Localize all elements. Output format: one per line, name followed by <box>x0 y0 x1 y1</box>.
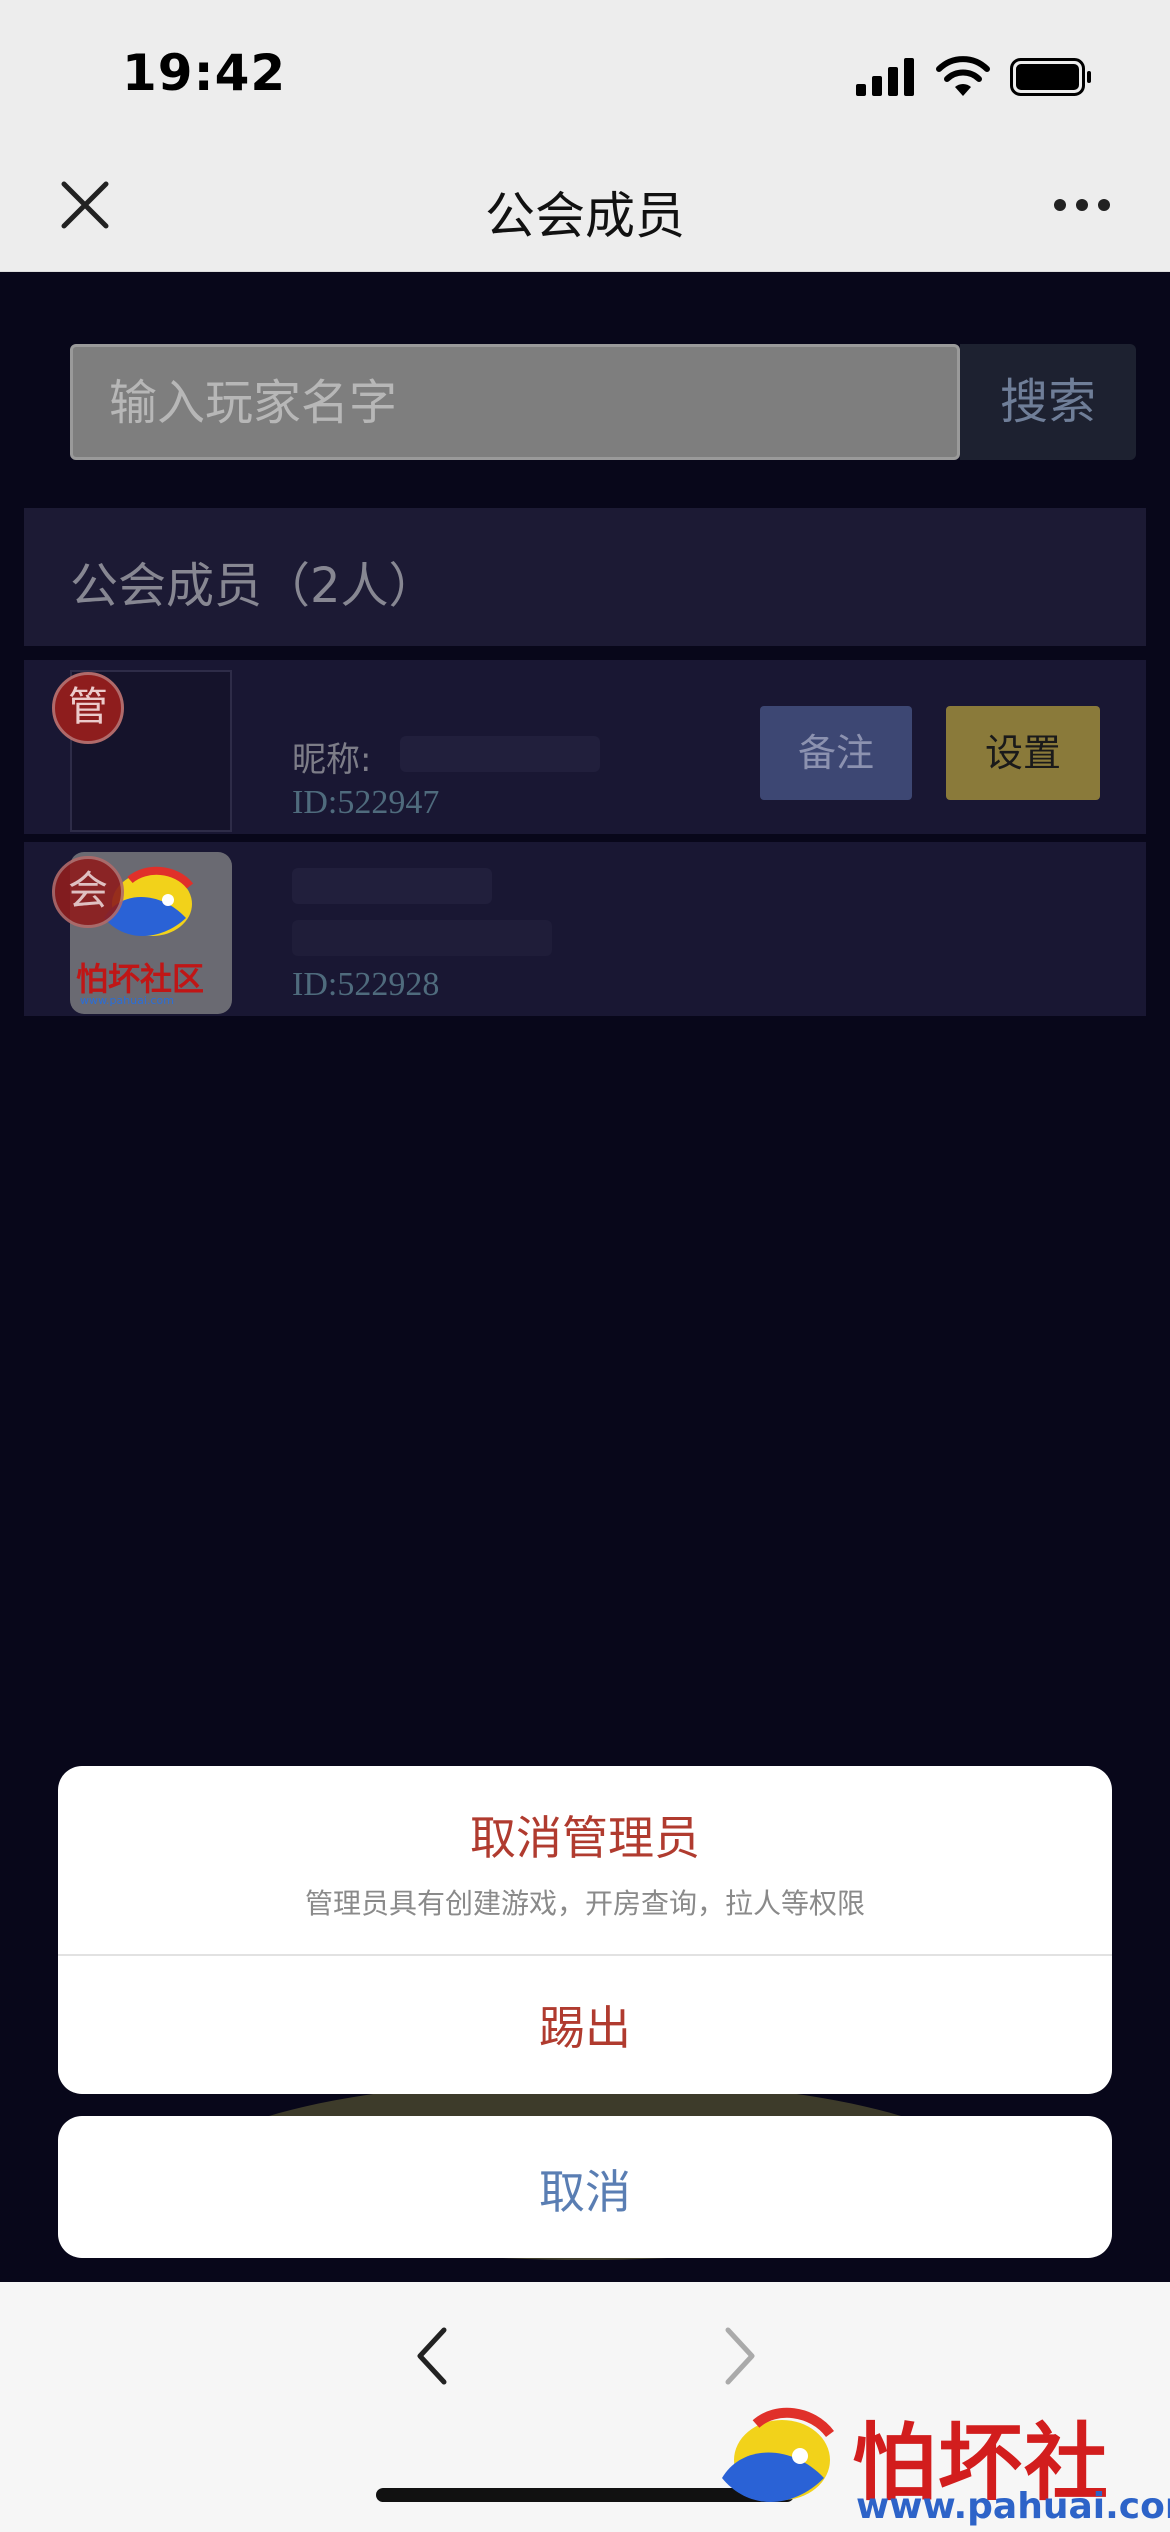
nickname-value-blurred <box>292 868 492 904</box>
watermark-fish-logo-icon <box>722 2407 834 2502</box>
search-button[interactable]: 搜索 <box>960 344 1136 460</box>
wifi-icon <box>936 56 990 96</box>
member-badge: 会 <box>52 856 124 928</box>
nickname-label: 昵称: <box>292 740 372 780</box>
forward-arrow-icon[interactable] <box>720 2324 760 2388</box>
settings-button[interactable]: 设置 <box>946 706 1100 800</box>
watermark-url: www.pahuai.com <box>856 2486 1170 2527</box>
avatar-logo-url: www.pahuai.com <box>80 994 174 1007</box>
member-id: ID:522928 <box>292 966 440 1003</box>
battery-icon <box>1010 58 1091 96</box>
remark-button[interactable]: 备注 <box>760 706 912 800</box>
more-options-icon[interactable] <box>1052 196 1112 214</box>
cellular-signal-icon <box>856 58 914 96</box>
cancel-label[interactable]: 取消 <box>58 2156 1112 2222</box>
player-name-search-input[interactable]: 输入玩家名字 <box>70 344 960 460</box>
revoke-admin-action[interactable]: 取消管理员 <box>58 1802 1112 1868</box>
kick-out-action[interactable]: 踢出 <box>58 1992 1112 2058</box>
revoke-admin-description: 管理员具有创建游戏，开房查询，拉人等权限 <box>304 1887 865 1920</box>
sheet-divider <box>58 1954 1112 1956</box>
page-title: 公会成员 <box>485 187 685 245</box>
admin-badge: 管 <box>52 672 124 744</box>
status-time: 19:42 <box>122 44 287 102</box>
member-id: ID:522947 <box>292 784 440 821</box>
nickname-value-blurred <box>292 920 552 956</box>
back-arrow-icon[interactable] <box>412 2324 452 2388</box>
members-section-title: 公会成员（2人） <box>70 558 437 614</box>
nickname-value-blurred <box>400 736 600 772</box>
